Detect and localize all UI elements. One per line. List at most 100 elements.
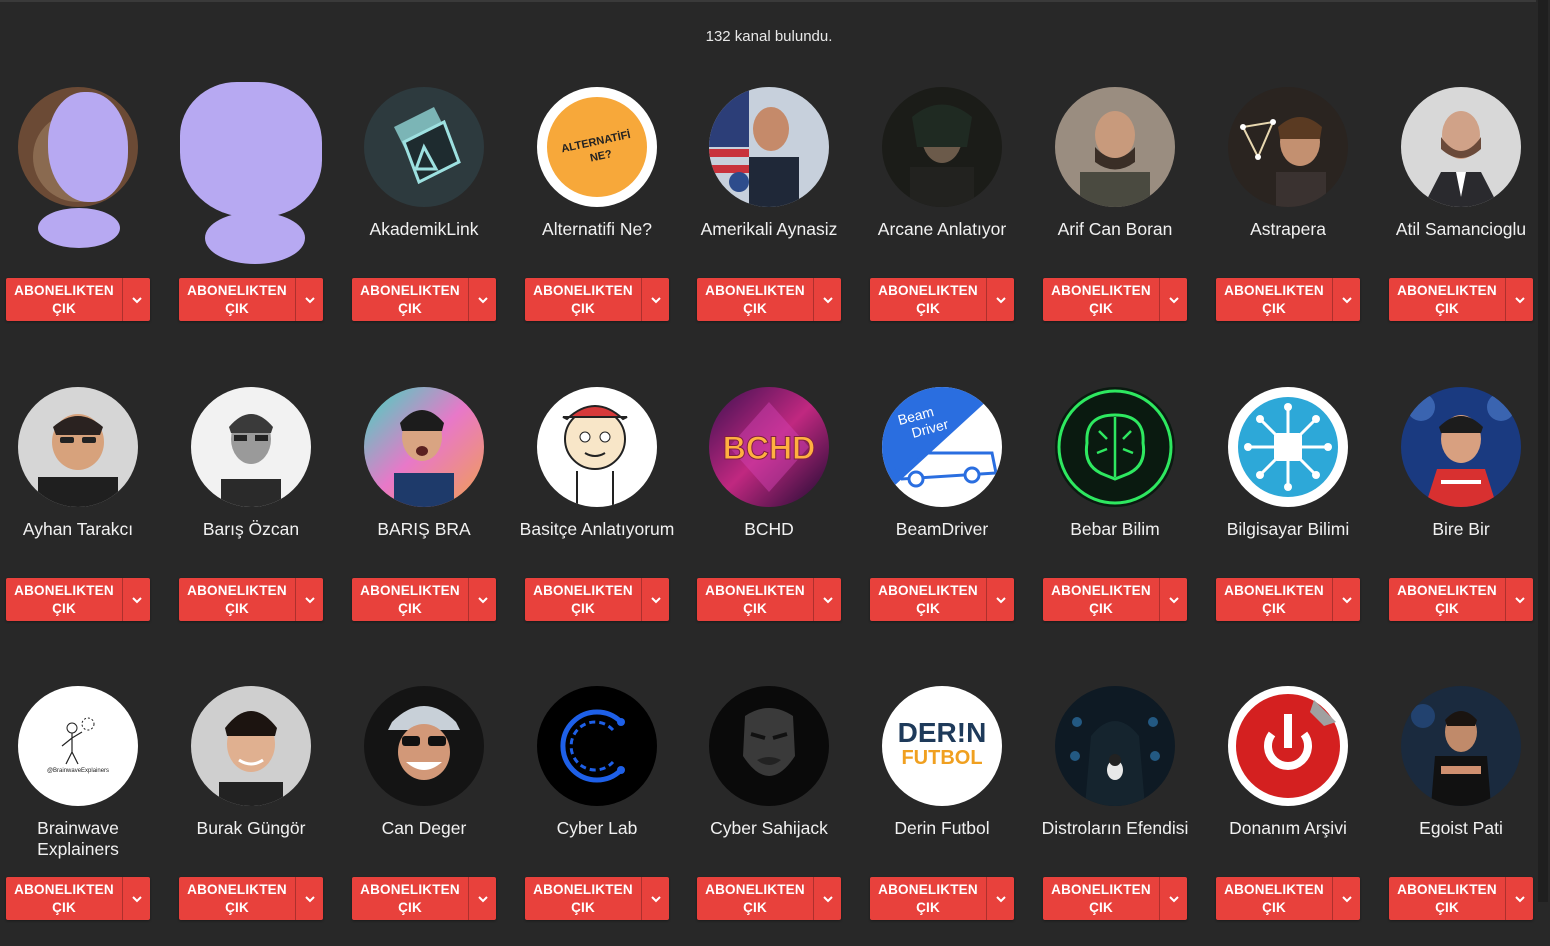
chevron-down-icon[interactable] [1506, 578, 1533, 621]
chevron-down-icon[interactable] [1506, 877, 1533, 920]
chevron-down-icon[interactable] [123, 578, 150, 621]
channel-name[interactable]: Brainwave Explainers [0, 818, 156, 860]
channel-name[interactable]: BARIŞ BRA [346, 519, 502, 540]
channel-avatar[interactable] [1055, 686, 1175, 806]
channel-name[interactable]: Derin Futbol [864, 818, 1020, 839]
unsubscribe-button[interactable]: ABONELIKTEN ÇIK [525, 278, 669, 321]
chevron-down-icon[interactable] [296, 578, 323, 621]
unsubscribe-button[interactable]: ABONELIKTEN ÇIK [1043, 278, 1187, 321]
channel-name[interactable]: Cyber Sahijack [691, 818, 847, 839]
unsubscribe-button[interactable]: ABONELIKTEN ÇIK [352, 877, 496, 920]
chevron-down-icon[interactable] [987, 877, 1014, 920]
unsubscribe-button[interactable]: ABONELIKTEN ÇIK [179, 877, 323, 920]
channel-name[interactable]: Bilgisayar Bilimi [1210, 519, 1366, 540]
unsubscribe-button[interactable]: ABONELIKTEN ÇIK [1216, 278, 1360, 321]
channel-name[interactable]: Can Deger [346, 818, 502, 839]
channel-name[interactable]: Egoist Pati [1383, 818, 1539, 839]
channel-name[interactable]: Bire Bir [1383, 519, 1539, 540]
unsubscribe-button[interactable]: ABONELIKTEN ÇIK [1389, 877, 1533, 920]
channel-name[interactable]: Ayhan Tarakcı [0, 519, 156, 540]
channel-name[interactable]: BeamDriver [864, 519, 1020, 540]
chevron-down-icon[interactable] [1160, 578, 1187, 621]
chevron-down-icon[interactable] [1160, 877, 1187, 920]
chevron-down-icon[interactable] [642, 877, 669, 920]
channel-avatar[interactable] [191, 387, 311, 507]
chevron-down-icon[interactable] [296, 877, 323, 920]
channel-name[interactable]: Cyber Lab [519, 818, 675, 839]
chevron-down-icon[interactable] [1333, 877, 1360, 920]
chevron-down-icon[interactable] [123, 877, 150, 920]
chevron-down-icon[interactable] [1333, 578, 1360, 621]
channel-avatar[interactable] [709, 686, 829, 806]
unsubscribe-button[interactable]: ABONELIKTEN ÇIK [1216, 877, 1360, 920]
unsubscribe-button[interactable]: ABONELIKTEN ÇIK [1389, 578, 1533, 621]
channel-avatar[interactable] [364, 87, 484, 207]
chevron-down-icon[interactable] [469, 578, 496, 621]
channel-name[interactable]: Bebar Bilim [1037, 519, 1193, 540]
unsubscribe-button[interactable]: ABONELIKTEN ÇIK [6, 278, 150, 321]
channel-avatar[interactable] [1228, 387, 1348, 507]
channel-avatar[interactable] [18, 387, 138, 507]
chevron-down-icon[interactable] [469, 278, 496, 321]
unsubscribe-button[interactable]: ABONELIKTEN ÇIK [179, 578, 323, 621]
channel-avatar[interactable] [1228, 87, 1348, 207]
channel-avatar[interactable]: @BrainwaveExplainers [18, 686, 138, 806]
channel-name[interactable]: Basitçe Anlatıyorum [519, 519, 675, 540]
chevron-down-icon[interactable] [1506, 278, 1533, 321]
unsubscribe-button[interactable]: ABONELIKTEN ÇIK [352, 278, 496, 321]
channel-avatar[interactable] [1401, 686, 1521, 806]
channel-name[interactable]: Atil Samancioglu [1383, 219, 1539, 240]
channel-name[interactable]: AkademikLink [346, 219, 502, 240]
unsubscribe-button[interactable]: ABONELIKTEN ÇIK [697, 278, 841, 321]
channel-name[interactable]: Alternatifi Ne? [519, 219, 675, 240]
chevron-down-icon[interactable] [642, 578, 669, 621]
channel-avatar[interactable]: BCHD [709, 387, 829, 507]
channel-name[interactable]: Barış Özcan [173, 519, 329, 540]
chevron-down-icon[interactable] [814, 578, 841, 621]
unsubscribe-button[interactable]: ABONELIKTEN ÇIK [1216, 578, 1360, 621]
unsubscribe-button[interactable]: ABONELIKTEN ÇIK [870, 278, 1014, 321]
chevron-down-icon[interactable] [814, 877, 841, 920]
unsubscribe-button[interactable]: ABONELIKTEN ÇIK [525, 578, 669, 621]
channel-name[interactable]: Arcane Anlatıyor [864, 219, 1020, 240]
channel-avatar[interactable] [364, 387, 484, 507]
channel-avatar[interactable]: ALTERNATİFİ NE? [537, 87, 657, 207]
chevron-down-icon[interactable] [987, 278, 1014, 321]
unsubscribe-button[interactable]: ABONELIKTEN ÇIK [6, 578, 150, 621]
channel-avatar[interactable]: Beam Driver [882, 387, 1002, 507]
chevron-down-icon[interactable] [642, 278, 669, 321]
unsubscribe-button[interactable]: ABONELIKTEN ÇIK [1043, 877, 1187, 920]
channel-avatar[interactable] [1055, 387, 1175, 507]
unsubscribe-button[interactable]: ABONELIKTEN ÇIK [870, 578, 1014, 621]
unsubscribe-button[interactable]: ABONELIKTEN ÇIK [352, 578, 496, 621]
chevron-down-icon[interactable] [987, 578, 1014, 621]
channel-name[interactable]: Astrapera [1210, 219, 1366, 240]
unsubscribe-button[interactable]: ABONELIKTEN ÇIK [697, 578, 841, 621]
unsubscribe-button[interactable]: ABONELIKTEN ÇIK [870, 877, 1014, 920]
channel-avatar[interactable]: DER!N FUTBOL [882, 686, 1002, 806]
unsubscribe-button[interactable]: ABONELIKTEN ÇIK [6, 877, 150, 920]
channel-avatar[interactable] [537, 387, 657, 507]
channel-avatar[interactable] [191, 686, 311, 806]
channel-name[interactable]: Burak Güngör [173, 818, 329, 839]
channel-avatar[interactable] [1228, 686, 1348, 806]
unsubscribe-button[interactable]: ABONELIKTEN ÇIK [179, 278, 323, 321]
channel-avatar[interactable] [1401, 387, 1521, 507]
channel-avatar[interactable] [537, 686, 657, 806]
channel-name[interactable]: BCHD [691, 519, 847, 540]
channel-avatar[interactable] [1055, 87, 1175, 207]
chevron-down-icon[interactable] [1160, 278, 1187, 321]
chevron-down-icon[interactable] [469, 877, 496, 920]
chevron-down-icon[interactable] [1333, 278, 1360, 321]
channel-avatar[interactable] [1401, 87, 1521, 207]
unsubscribe-button[interactable]: ABONELIKTEN ÇIK [525, 877, 669, 920]
unsubscribe-button[interactable]: ABONELIKTEN ÇIK [1043, 578, 1187, 621]
chevron-down-icon[interactable] [296, 278, 323, 321]
chevron-down-icon[interactable] [123, 278, 150, 321]
chevron-down-icon[interactable] [814, 278, 841, 321]
channel-avatar[interactable] [709, 87, 829, 207]
channel-avatar[interactable] [364, 686, 484, 806]
unsubscribe-button[interactable]: ABONELIKTEN ÇIK [1389, 278, 1533, 321]
channel-name[interactable]: Arif Can Boran [1037, 219, 1193, 240]
unsubscribe-button[interactable]: ABONELIKTEN ÇIK [697, 877, 841, 920]
